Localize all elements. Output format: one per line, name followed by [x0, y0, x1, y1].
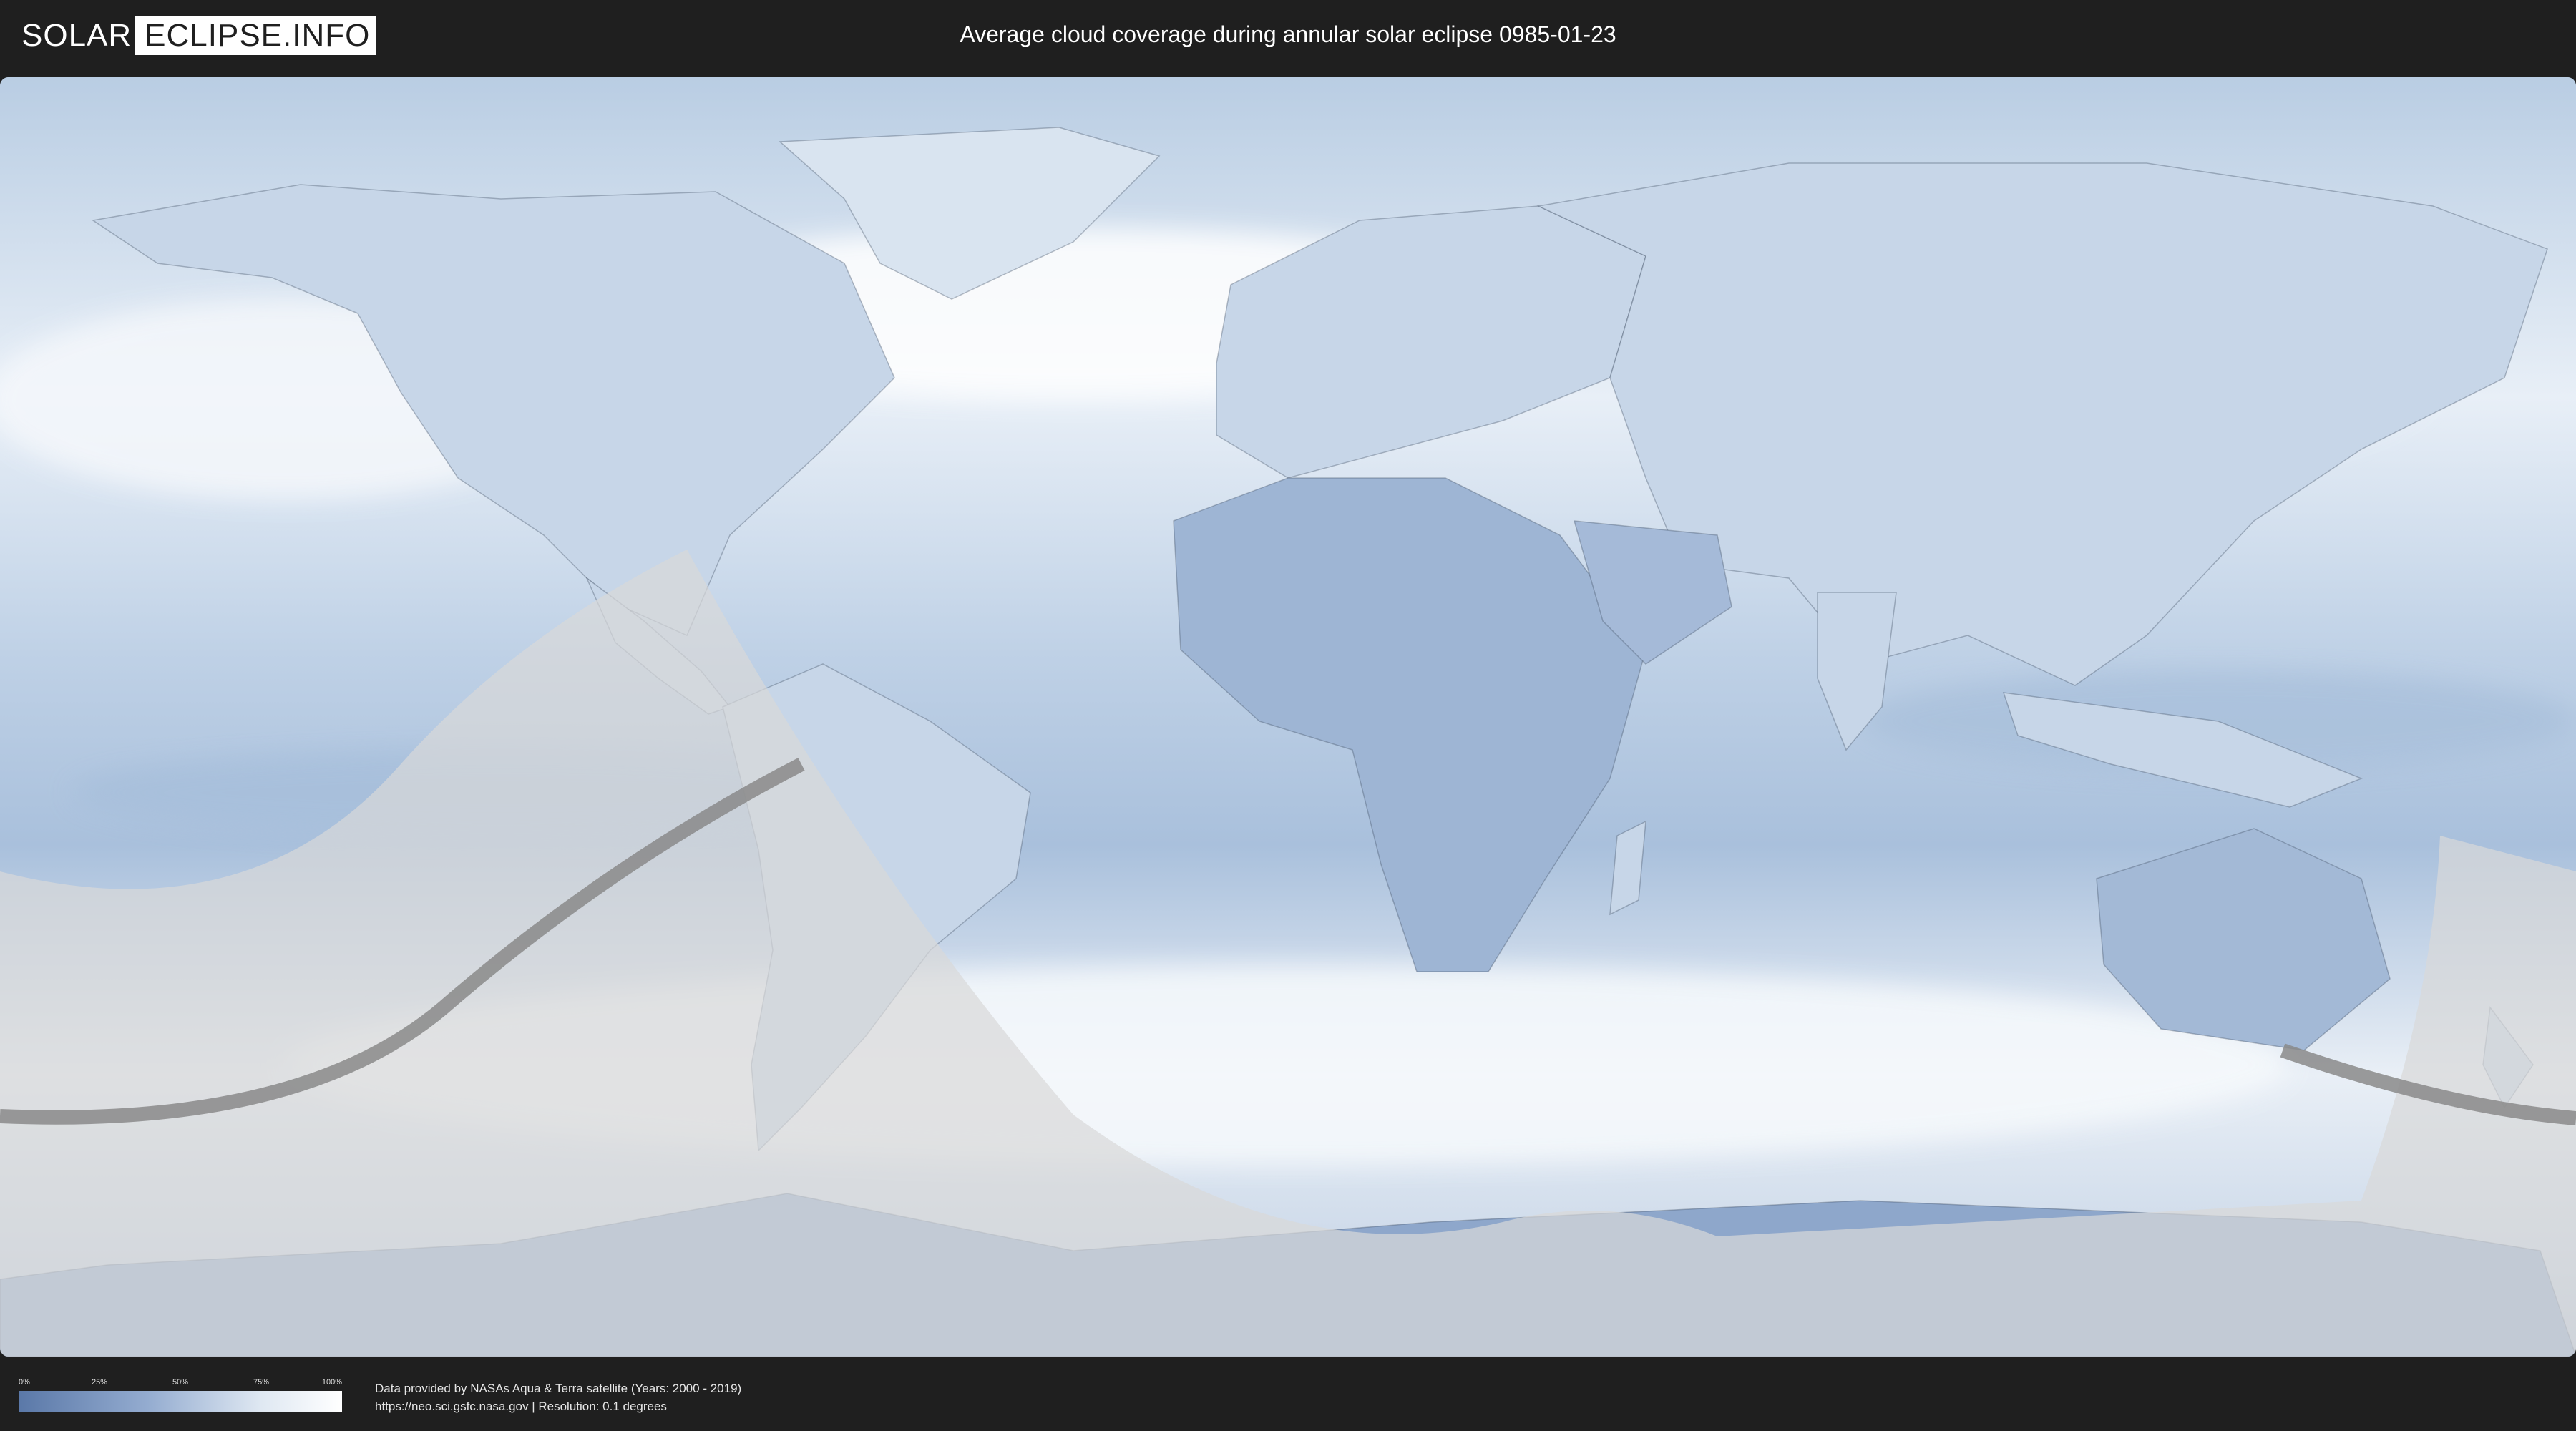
- credits-line-source: Data provided by NASAs Aqua & Terra sate…: [375, 1382, 742, 1395]
- data-credits: Data provided by NASAs Aqua & Terra sate…: [375, 1379, 741, 1415]
- legend-tick-100: 100%: [321, 1378, 342, 1387]
- legend-tick-25: 25%: [91, 1378, 108, 1387]
- legend-tick-50: 50%: [172, 1378, 189, 1387]
- world-map-svg: [0, 77, 2576, 1357]
- cloud-coverage-legend-bar: [19, 1391, 342, 1412]
- page-title: Average cloud coverage during annular so…: [960, 21, 1616, 47]
- legend-ticks: 0% 25% 50% 75% 100%: [19, 1378, 342, 1388]
- legend-tick-75: 75%: [253, 1378, 270, 1387]
- credits-line-url: https://neo.sci.gsfc.nasa.gov | Resoluti…: [375, 1400, 667, 1413]
- legend-tick-0: 0%: [19, 1378, 30, 1387]
- header-bar: SOLAR ECLIPSE.INFO Average cloud coverag…: [0, 0, 2576, 72]
- cloud-coverage-map: [0, 77, 2576, 1357]
